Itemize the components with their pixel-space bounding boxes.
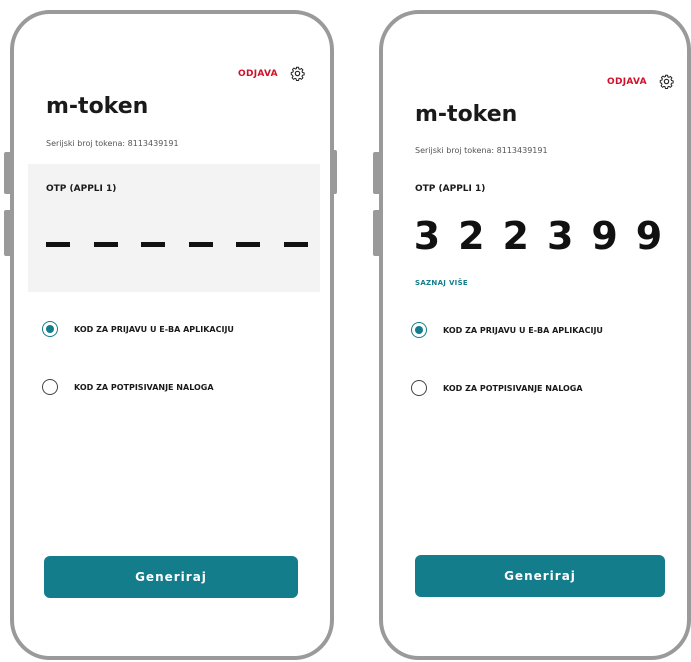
- phone-screen-empty: ODJAVA m-token Serijski broj tokena: 811…: [10, 10, 334, 660]
- otp-digit: 2: [458, 214, 485, 258]
- option-login-code[interactable]: KOD ZA PRIJAVU U E-BA APLIKACIJU: [42, 321, 234, 337]
- otp-label: OTP (APPLI 1): [46, 184, 117, 194]
- option-label: KOD ZA PRIJAVU U E-BA APLIKACIJU: [443, 325, 603, 335]
- header-actions: ODJAVA: [607, 74, 674, 89]
- gear-icon[interactable]: [659, 74, 674, 89]
- otp-code: 3 2 2 3 9 9: [413, 217, 663, 255]
- otp-panel: OTP (APPLI 1): [28, 164, 320, 292]
- otp-digit: 9: [635, 214, 663, 258]
- option-label: KOD ZA PRIJAVU U E-BA APLIKACIJU: [74, 324, 234, 334]
- page-title: m-token: [415, 102, 518, 127]
- token-serial-number: Serijski broj tokena: 8113439191: [415, 146, 548, 155]
- gear-icon[interactable]: [290, 66, 305, 81]
- radio-button[interactable]: [411, 380, 427, 396]
- token-serial-number: Serijski broj tokena: 8113439191: [46, 139, 179, 148]
- otp-digit: 3: [413, 214, 441, 258]
- otp-placeholder-dash: [46, 242, 70, 247]
- otp-placeholder-dash: [93, 242, 118, 247]
- otp-placeholder: [46, 242, 308, 247]
- option-label: KOD ZA POTPISIVANJE NALOGA: [443, 383, 583, 393]
- generate-button[interactable]: Generiraj: [415, 555, 665, 597]
- phone-screen-generated: ODJAVA m-token Serijski broj tokena: 811…: [379, 10, 691, 660]
- radio-button-selected[interactable]: [411, 322, 427, 338]
- otp-placeholder-dash: [141, 242, 166, 247]
- otp-placeholder-dash: [283, 242, 308, 247]
- option-signing-code[interactable]: KOD ZA POTPISIVANJE NALOGA: [411, 380, 583, 396]
- page-title: m-token: [46, 94, 149, 119]
- otp-digit: 9: [591, 214, 618, 258]
- logout-link[interactable]: ODJAVA: [238, 69, 278, 79]
- option-signing-code[interactable]: KOD ZA POTPISIVANJE NALOGA: [42, 379, 214, 395]
- header-actions: ODJAVA: [238, 66, 305, 81]
- option-label: KOD ZA POTPISIVANJE NALOGA: [74, 382, 214, 392]
- logout-link[interactable]: ODJAVA: [607, 77, 647, 87]
- option-login-code[interactable]: KOD ZA PRIJAVU U E-BA APLIKACIJU: [411, 322, 603, 338]
- radio-dot: [415, 326, 423, 334]
- radio-dot: [46, 325, 54, 333]
- generate-button[interactable]: Generiraj: [44, 556, 298, 598]
- otp-placeholder-dash: [236, 242, 261, 247]
- otp-placeholder-dash: [188, 242, 213, 247]
- otp-digit: 3: [546, 214, 574, 258]
- radio-button[interactable]: [42, 379, 58, 395]
- otp-digit: 2: [502, 214, 529, 258]
- otp-label: OTP (APPLI 1): [415, 184, 486, 194]
- radio-button-selected[interactable]: [42, 321, 58, 337]
- learn-more-link[interactable]: SAZNAJ VIŠE: [415, 279, 468, 287]
